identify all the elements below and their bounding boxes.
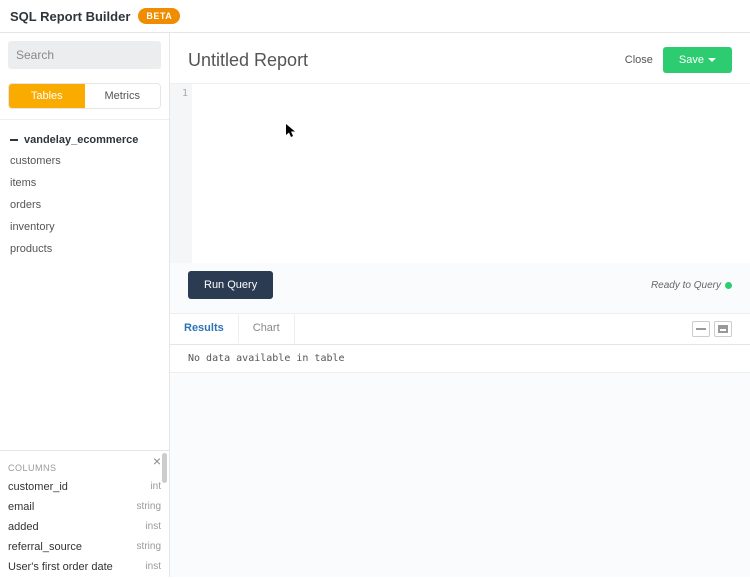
- app-title: SQL Report Builder: [10, 9, 130, 24]
- column-row[interactable]: customer_idint: [8, 477, 161, 497]
- table-item[interactable]: items: [0, 172, 169, 194]
- tabs-left: Results Chart: [170, 314, 295, 344]
- column-row[interactable]: addedinst: [8, 517, 161, 537]
- view-icons: [692, 321, 732, 337]
- search-wrap: [0, 33, 169, 77]
- close-button[interactable]: Close: [625, 54, 653, 66]
- save-button[interactable]: Save: [663, 47, 732, 73]
- database-label: vandelay_ecommerce: [24, 134, 138, 146]
- query-status: Ready to Query: [651, 280, 732, 291]
- scrollbar[interactable]: [162, 453, 167, 483]
- status-dot-icon: [725, 282, 732, 289]
- main-layout: Tables Metrics vandelay_ecommerce custom…: [0, 33, 750, 577]
- empty-message: No data available in table: [188, 353, 345, 364]
- column-row[interactable]: User's first order dateinst: [8, 557, 161, 577]
- database-node[interactable]: vandelay_ecommerce: [0, 130, 169, 150]
- tab-tables[interactable]: Tables: [9, 84, 85, 108]
- columns-header: COLUMNS: [8, 463, 161, 473]
- app-header: SQL Report Builder BETA: [0, 0, 750, 33]
- compact-view-icon[interactable]: [692, 321, 710, 337]
- tab-metrics[interactable]: Metrics: [85, 84, 161, 108]
- results-body: No data available in table: [170, 345, 750, 373]
- content-area: Untitled Report Close Save 1 Run Query R…: [170, 33, 750, 577]
- run-query-button[interactable]: Run Query: [188, 271, 273, 299]
- sidebar: Tables Metrics vandelay_ecommerce custom…: [0, 33, 170, 577]
- search-input[interactable]: [8, 41, 161, 69]
- tab-results[interactable]: Results: [170, 314, 239, 344]
- column-row[interactable]: referral_sourcestring: [8, 537, 161, 557]
- line-number: 1: [170, 88, 188, 99]
- title-bar: Untitled Report Close Save: [170, 33, 750, 83]
- beta-badge: BETA: [138, 8, 180, 24]
- sql-editor[interactable]: 1: [170, 83, 750, 263]
- column-row[interactable]: emailstring: [8, 497, 161, 517]
- table-item[interactable]: inventory: [0, 216, 169, 238]
- table-item[interactable]: customers: [0, 150, 169, 172]
- results-tabs: Results Chart: [170, 313, 750, 345]
- run-bar: Run Query Ready to Query: [170, 263, 750, 307]
- table-item[interactable]: orders: [0, 194, 169, 216]
- code-area[interactable]: [192, 84, 750, 263]
- close-icon[interactable]: ×: [153, 453, 161, 469]
- collapse-icon: [10, 139, 18, 141]
- expand-view-icon[interactable]: [714, 321, 732, 337]
- chevron-down-icon: [708, 58, 716, 62]
- columns-panel: × COLUMNS customer_idint emailstring add…: [0, 450, 169, 577]
- save-label: Save: [679, 54, 704, 66]
- report-title[interactable]: Untitled Report: [188, 50, 625, 71]
- table-item[interactable]: products: [0, 238, 169, 260]
- tab-chart[interactable]: Chart: [239, 314, 295, 344]
- line-gutter: 1: [170, 84, 192, 263]
- status-label: Ready to Query: [651, 280, 721, 291]
- sidebar-tabs: Tables Metrics: [8, 83, 161, 109]
- tables-tree: vandelay_ecommerce customers items order…: [0, 119, 169, 450]
